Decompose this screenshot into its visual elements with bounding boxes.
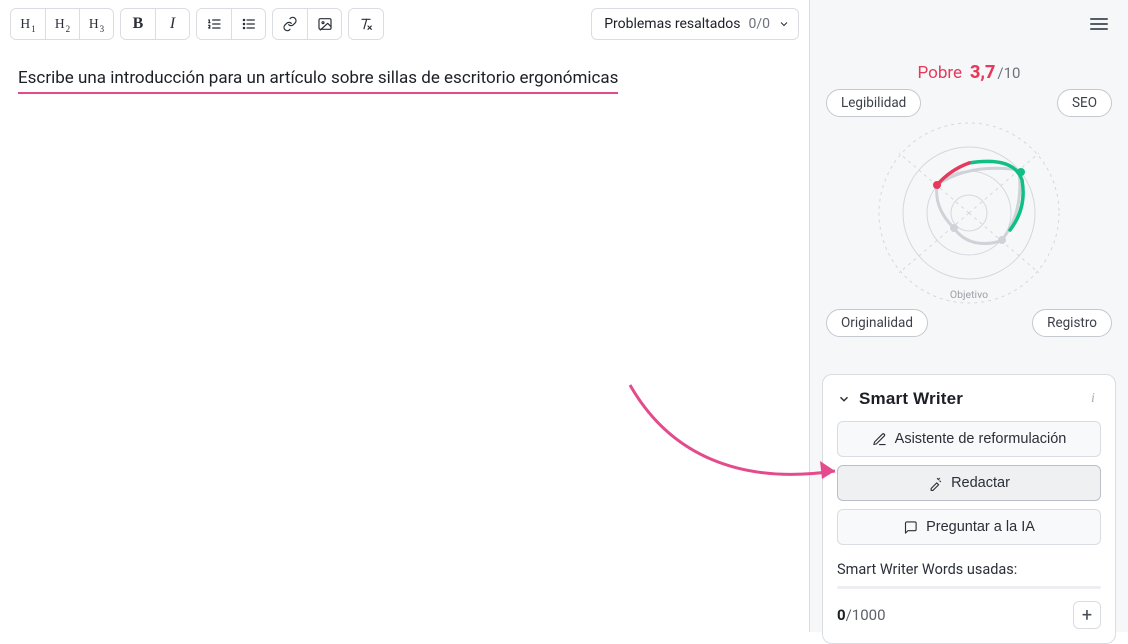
score-area: Pobre 3,7/10 <box>810 62 1128 83</box>
sidebar-menu-button[interactable] <box>1084 12 1114 36</box>
h2-button[interactable]: H2 <box>45 9 79 39</box>
redactar-button[interactable]: Redactar <box>837 465 1101 501</box>
clear-formatting-icon <box>358 16 374 32</box>
editor-body[interactable]: Escribe una introducción para un artícul… <box>0 48 809 632</box>
unordered-list-button[interactable] <box>231 9 265 39</box>
sw-usage-of: /1000 <box>846 606 886 624</box>
problems-highlighted-dropdown[interactable]: Problemas resaltados 0/0 <box>591 8 799 40</box>
reformulation-assistant-button[interactable]: Asistente de reformulación <box>837 421 1101 457</box>
unordered-list-icon <box>241 16 257 32</box>
smart-writer-panel: Smart Writer i Asistente de reformulació… <box>822 374 1116 644</box>
clear-formatting-button[interactable] <box>349 9 383 39</box>
sw-usage-count: 0 <box>837 606 846 624</box>
radar-chart <box>864 108 1074 318</box>
ask-ai-button[interactable]: Preguntar a la IA <box>837 509 1101 545</box>
image-icon <box>317 16 333 32</box>
link-button[interactable] <box>273 9 307 39</box>
score-rating: Pobre <box>918 63 962 83</box>
magic-wand-icon <box>928 476 943 491</box>
ordered-list-button[interactable] <box>197 9 231 39</box>
problems-label: Problemas resaltados <box>604 16 740 32</box>
link-icon <box>282 16 298 32</box>
smart-writer-title: Smart Writer <box>859 389 1077 409</box>
add-words-button[interactable]: + <box>1073 601 1101 629</box>
sw-usage-label: Smart Writer Words usadas: <box>837 561 1101 578</box>
radar-chart-area: Legibilidad SEO Originalidad Registro Ob… <box>810 83 1128 343</box>
editor-toolbar: H1 H2 H3 B I <box>0 0 809 48</box>
chevron-down-icon[interactable] <box>837 392 851 406</box>
sidebar-column: Pobre 3,7/10 Legibilidad SEO Originalida… <box>810 0 1128 632</box>
h1-button[interactable]: H1 <box>11 9 45 39</box>
chat-icon <box>903 520 918 535</box>
editor-column: H1 H2 H3 B I <box>0 0 810 632</box>
edit-icon <box>872 432 887 447</box>
info-icon[interactable]: i <box>1085 391 1101 407</box>
image-button[interactable] <box>307 9 341 39</box>
italic-button[interactable]: I <box>155 9 189 39</box>
ordered-list-icon <box>206 16 222 32</box>
score-value: 3,7 <box>970 62 995 83</box>
h3-button[interactable]: H3 <box>79 9 113 39</box>
score-outof: /10 <box>997 64 1020 82</box>
sidebar-header <box>810 0 1128 48</box>
bold-button[interactable]: B <box>121 9 155 39</box>
editor-prompt-text: Escribe una introducción para un artícul… <box>18 68 618 94</box>
problems-count: 0/0 <box>748 16 770 32</box>
chevron-down-icon <box>778 18 790 30</box>
sw-usage-progress <box>837 586 1101 589</box>
